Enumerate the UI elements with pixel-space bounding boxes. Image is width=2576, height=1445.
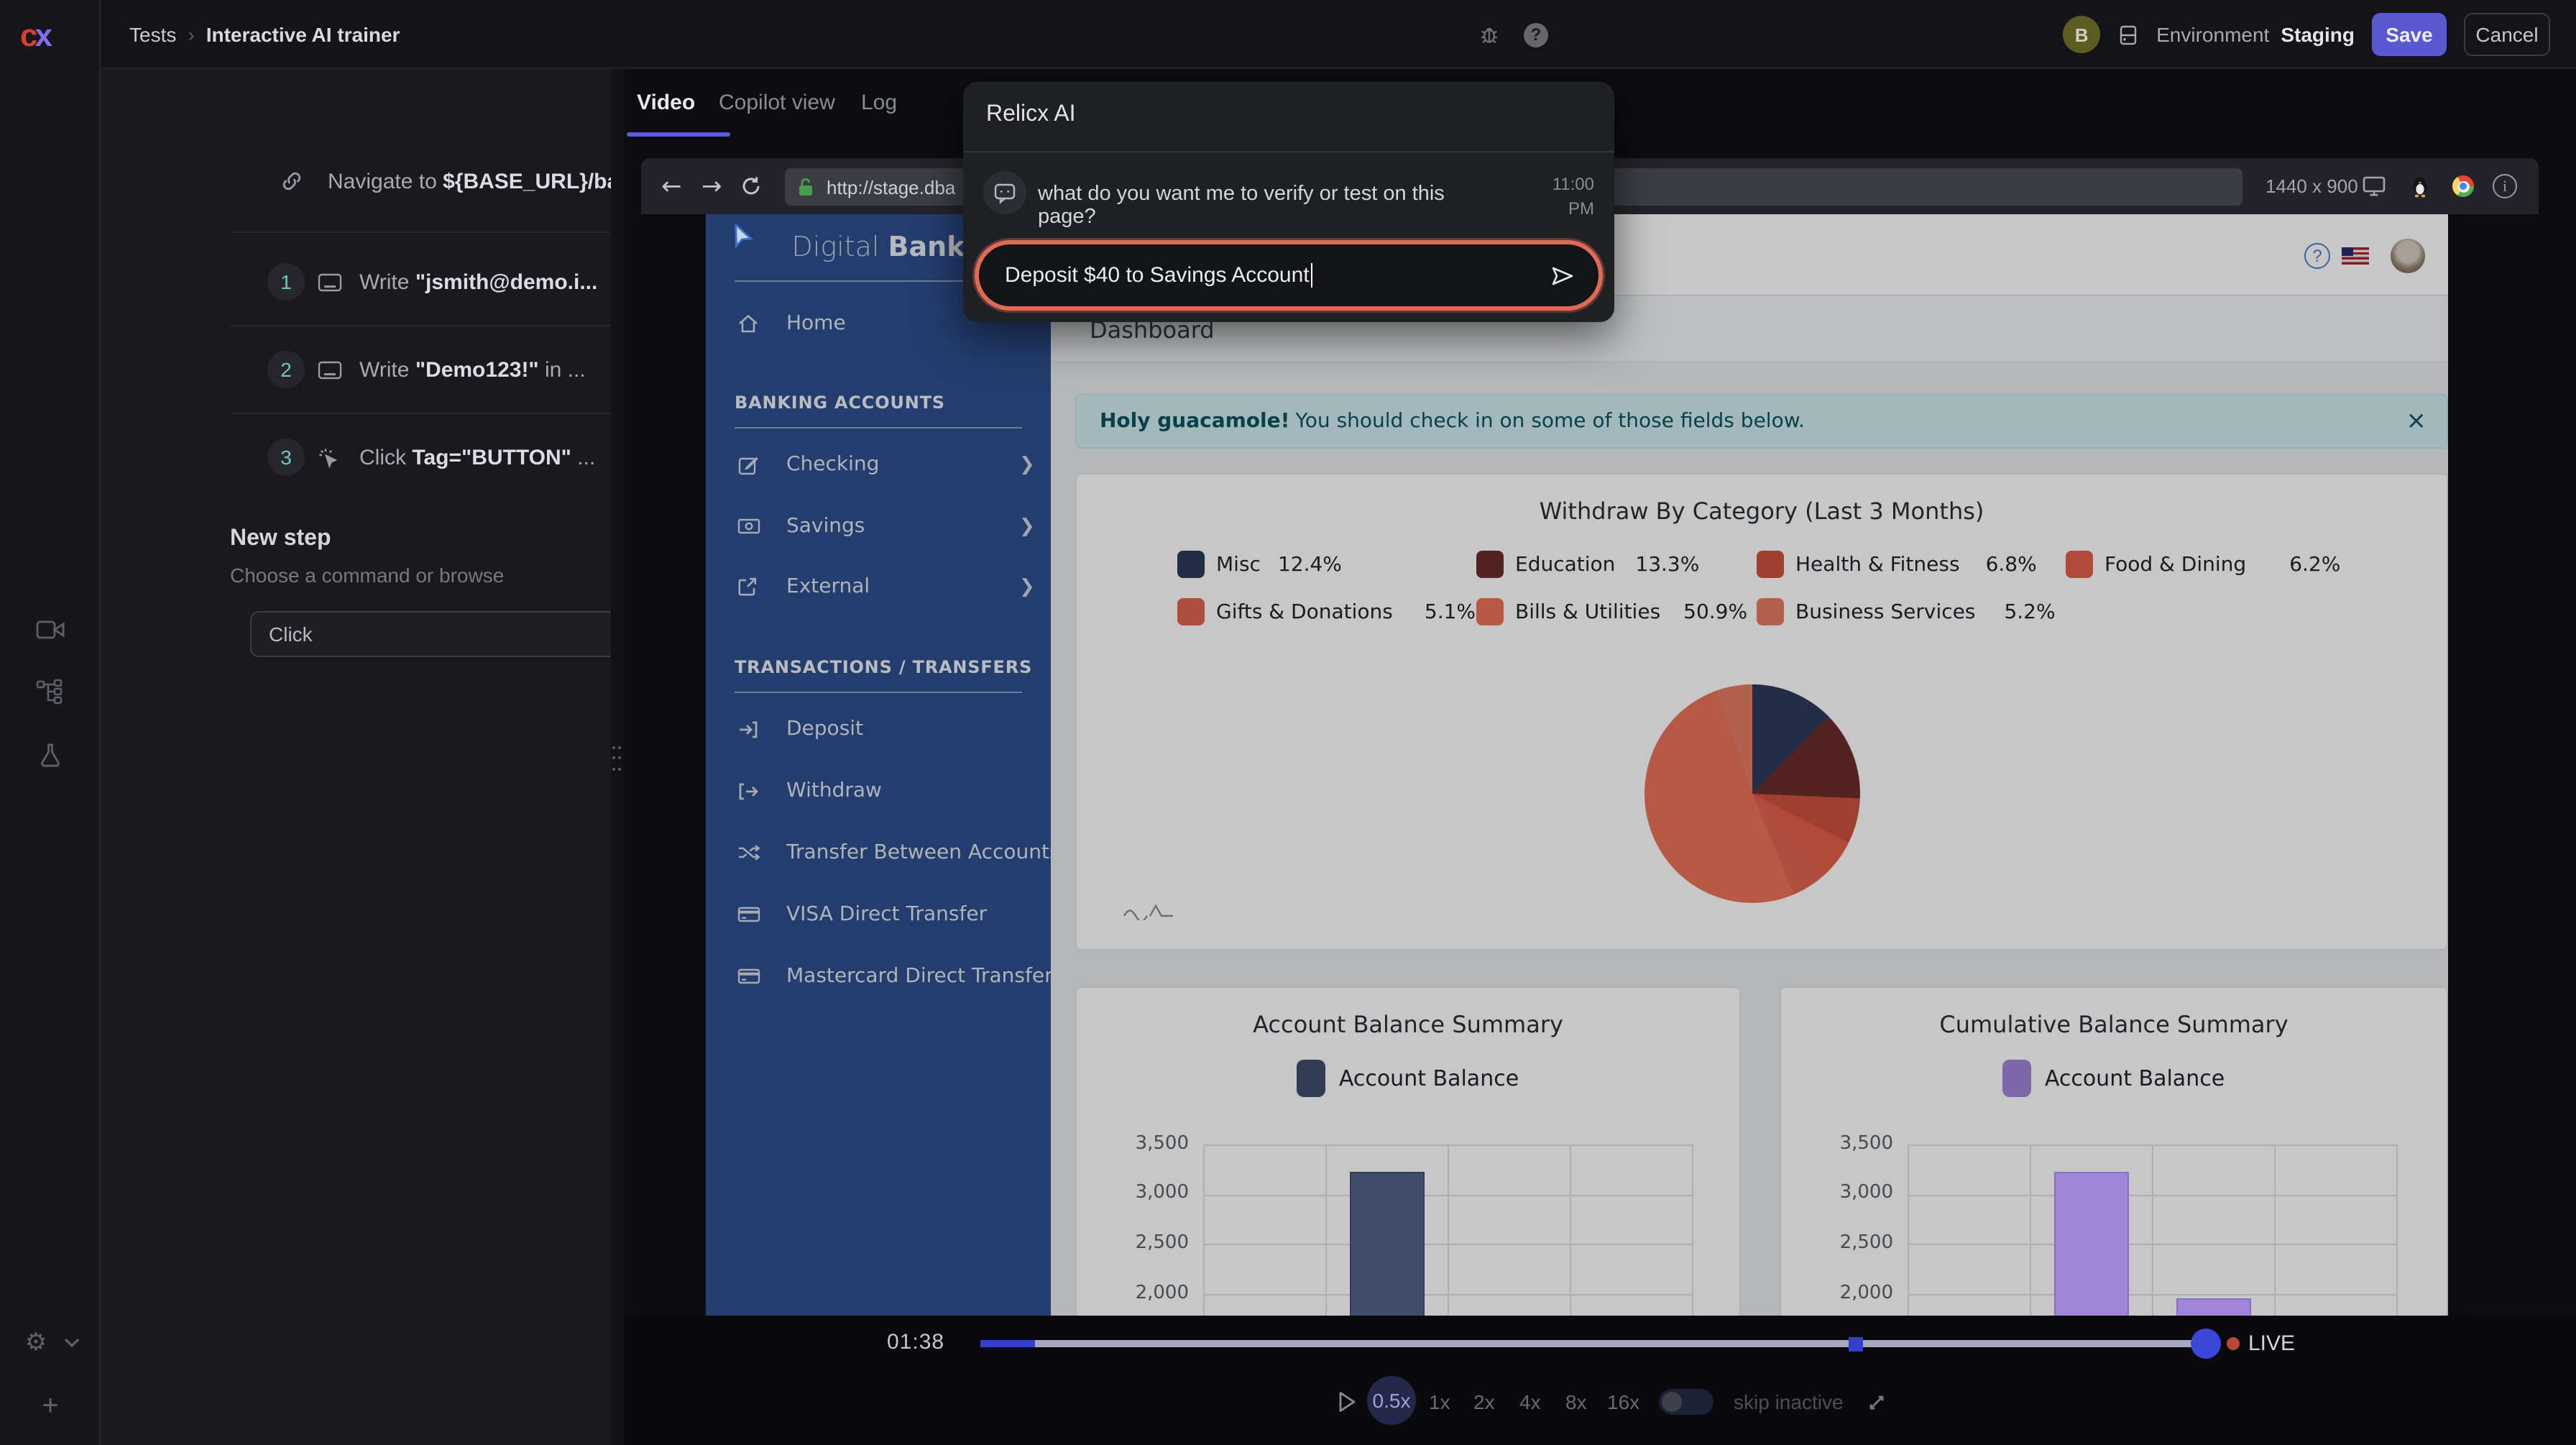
breadcrumb: Tests › Interactive AI trainer [129,0,400,69]
video-player-bar: 01:38 LIVE 0.5x 1x 2x 4x 8x 16x skip ina… [624,1316,2576,1445]
speed-0-5x-button[interactable]: 0.5x [1367,1376,1416,1425]
play-button[interactable] [1337,1382,1357,1422]
ai-prompt-input[interactable]: Deposit $40 to Savings Account [975,240,1603,311]
cx-logo[interactable]: cx [20,17,80,55]
timeline-marker[interactable] [1849,1336,1863,1351]
user-avatar[interactable]: B [2063,16,2100,53]
live-dot [2227,1337,2240,1350]
ai-message: what do you want me to verify or test on… [1038,183,1469,229]
new-step-subtitle: Choose a command or browse [230,564,504,587]
tab-video[interactable]: Video [637,69,695,135]
step-number: 3 [267,439,305,476]
divider [230,413,611,414]
step-number: 2 [267,351,305,388]
skip-inactive-toggle[interactable] [1659,1389,1714,1415]
tab-copilot-view[interactable]: Copilot view [719,69,835,135]
flask-icon[interactable] [0,742,101,768]
linux-penguin-icon [2409,158,2431,214]
chat-bubble-icon [983,171,1026,214]
chrome-icon [2452,158,2474,214]
page-title: Interactive AI trainer [206,23,400,46]
new-step-title: New step [230,526,331,552]
left-icon-rail: cx ⚙ + [0,0,101,1445]
active-tab-indicator [627,132,730,137]
fullscreen-icon[interactable] [1866,1382,1887,1422]
back-icon[interactable]: ← [661,158,682,214]
breadcrumb-tests[interactable]: Tests [129,23,176,46]
link-icon [280,170,303,193]
cumulative-balance-bar[interactable] [2176,1299,2250,1316]
speed-4x-button[interactable]: 4x [1519,1382,1541,1422]
navigate-step[interactable]: Navigate to ${BASE_URL}/ban... [101,152,611,210]
text-caret [1311,263,1313,288]
info-icon[interactable]: i [2493,158,2517,214]
add-button[interactable]: + [0,1390,101,1423]
divider [963,151,1614,152]
keyboard-icon [318,272,342,291]
flow-tree-icon[interactable] [0,679,101,705]
forward-icon[interactable]: → [702,158,722,214]
live-label: LIVE [2248,1331,2295,1356]
message-timestamp: 11:00PM [1522,173,1594,221]
help-icon[interactable]: ? [1524,22,1548,47]
top-bar: Tests › Interactive AI trainer ? B Envir… [101,0,2576,69]
playback-time: 01:38 [887,1330,944,1354]
main-area: Video Copilot view Log ← → http://stage.… [624,69,2576,1445]
video-dim-overlay [641,214,2468,1316]
bug-icon[interactable] [1478,23,1501,46]
speed-2x-button[interactable]: 2x [1473,1382,1495,1422]
save-button[interactable]: Save [2372,13,2447,56]
tab-log[interactable]: Log [861,69,897,135]
divider [230,325,611,326]
cursor-click-icon [318,446,339,468]
viewport-size-label: 1440 x 900 [2266,158,2358,214]
timeline-scrubber[interactable] [980,1340,2209,1347]
monitor-icon[interactable] [2362,158,2386,214]
timeline-progress [980,1340,1035,1347]
step-number: 1 [267,263,305,301]
speed-8x-button[interactable]: 8x [1565,1382,1587,1422]
settings-gear-icon[interactable]: ⚙ [3,1329,69,1357]
url-text: http://stage.dba [827,176,955,198]
cumulative-balance-bar[interactable] [2053,1171,2128,1316]
keyboard-icon [318,360,342,379]
chevron-down-icon[interactable] [63,1337,80,1349]
breadcrumb-separator: › [188,23,194,46]
test-steps-panel: Navigate to ${BASE_URL}/ban... 1 Write "… [101,69,611,1445]
step-row-1[interactable]: 1 Write "jsmith@demo.i... ✓ ✎ [101,253,611,311]
drag-handle[interactable] [612,746,622,775]
video-camera-icon[interactable] [0,618,101,641]
dialog-title: Relicx AI [986,102,1076,128]
playhead-handle[interactable] [2191,1329,2221,1359]
environment-icon [2117,24,2139,45]
speed-16x-button[interactable]: 16x [1607,1382,1639,1422]
speed-1x-button[interactable]: 1x [1429,1382,1450,1422]
step-row-2[interactable]: 2 Write "Demo123!" in ... ✓ ✎ [101,341,611,398]
recorded-cursor-icon [727,224,756,253]
environment-value[interactable]: Staging [2281,23,2355,46]
app-window: cx ⚙ + Tests › Interactive AI trainer ? [0,0,2576,1445]
padlock-icon [796,177,815,197]
divider [230,231,611,233]
environment-label: Environment [2156,23,2269,46]
send-icon[interactable] [1550,264,1576,287]
reload-icon[interactable] [740,158,762,214]
skip-inactive-label: skip inactive [1734,1382,1844,1422]
relicx-ai-dialog: Relicx AI what do you want me to verify … [963,82,1614,322]
account-balance-bar[interactable] [1349,1171,1424,1316]
cancel-button[interactable]: Cancel [2464,13,2550,56]
step-row-3[interactable]: 3 Click Tag="BUTTON" ... ✓ ✎ [101,428,611,486]
